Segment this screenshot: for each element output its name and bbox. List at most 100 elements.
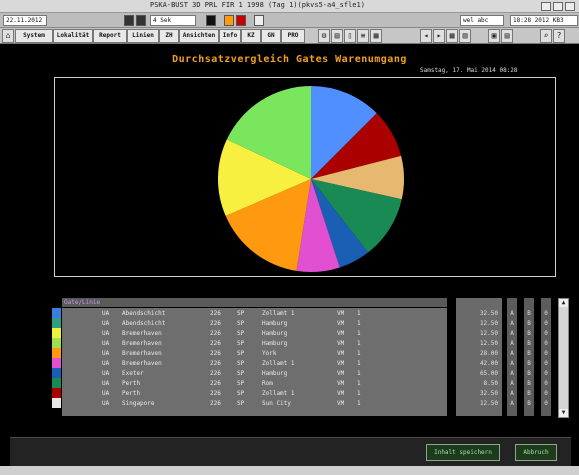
cell-count: 1 [357,400,361,407]
maximize-icon[interactable] [553,2,563,11]
cell-vm: VM [337,400,345,407]
cell-type: UA [102,380,110,387]
row-marker: A [510,400,514,407]
alert-icon[interactable] [224,15,234,26]
warning-icon[interactable] [236,15,246,26]
save-icon[interactable]: ▤ [501,29,513,43]
row-color-swatch [52,348,61,358]
table-body[interactable]: UA Abendschicht 226 SP Zollamt 1 VM 1 UA Abendsc… [62,308,447,416]
table-row[interactable]: UA Perth 226 SP Zollamt 1 VM 1 [62,389,447,399]
cell-type: UA [102,370,110,377]
toolbar-button-info[interactable]: Info [219,29,241,43]
marker-column-3: 0 0 0 0 0 0 0 0 0 0 [541,298,551,416]
table-row[interactable]: UA Bremerhaven 226 SP Hamburg VM 1 [62,339,447,349]
scroll-up-icon[interactable]: ▲ [559,299,568,307]
table-scrollbar[interactable]: ▲ ▼ [558,298,569,418]
cell-type: UA [102,330,110,337]
row-marker: A [510,360,514,367]
book-icon[interactable]: ▤ [331,29,343,43]
row-value: 12.50 [479,400,498,407]
user-field: wel abc [460,15,504,26]
table-row[interactable]: UA Exeter 226 SP Hamburg VM 1 [62,369,447,379]
cancel-button[interactable]: Abbruch [515,444,557,461]
interval-field[interactable]: 4 Sek [150,15,196,26]
toolbar-button-kz[interactable]: KZ [241,29,261,43]
table-row[interactable]: UA Perth 226 SP Rom VM 1 [62,379,447,389]
status-box-1[interactable] [124,15,134,26]
row-marker: 0 [544,400,548,407]
row-value: 65.00 [479,370,498,377]
row-value: 12.50 [479,330,498,337]
table-row[interactable]: UA Bremerhaven 226 SP Hamburg VM 1 [62,329,447,339]
cell-shift: Abendschicht [122,310,166,317]
cell-location: Hamburg [262,370,288,377]
cell-count: 1 [357,370,361,377]
cell-location: Sun City [262,400,291,407]
cell-vm: VM [337,370,345,377]
status-box-2[interactable] [136,15,146,26]
table-row[interactable]: UA Bremerhaven 226 SP Zollamt 1 VM 1 [62,359,447,369]
cell-sp: SP [237,350,245,357]
cell-code: 226 [210,330,221,337]
row-marker: B [527,350,531,357]
row-color-swatch [52,308,61,318]
cell-code: 226 [210,400,221,407]
minimize-icon[interactable] [541,2,551,11]
chart-icon[interactable]: ▥ [459,29,471,43]
pause-icon[interactable] [254,15,264,26]
cell-shift: Exeter [122,370,144,377]
row-value: 28.00 [479,350,498,357]
save-content-button[interactable]: Inhalt speichern [426,444,500,461]
help-icon[interactable]: ? [553,29,565,43]
cell-location: Hamburg [262,340,288,347]
cell-location: Hamburg [262,330,288,337]
cell-shift: Perth [122,390,141,397]
main-toolbar: ⌂ System Lokalität Report Linien ZH Ansi… [0,28,579,44]
cell-vm: VM [337,340,345,347]
cell-code: 226 [210,360,221,367]
print-icon[interactable]: ▣ [488,29,500,43]
list-icon[interactable]: ≡ [357,29,369,43]
toolbar-button-zh[interactable]: ZH [159,29,179,43]
row-value: 12.50 [479,340,498,347]
row-marker: A [510,380,514,387]
document-icon[interactable]: ▯ [344,29,356,43]
gear-icon[interactable]: ⚙ [318,29,330,43]
toolbar-button-ansichten[interactable]: Ansichten [179,29,219,43]
toolbar-button-lokalitaet[interactable]: Lokalität [53,29,93,43]
cell-shift: Bremerhaven [122,350,162,357]
cell-code: 226 [210,320,221,327]
table-row[interactable]: UA Singapore 226 SP Sun City VM 1 [62,399,447,409]
cell-location: Rom [262,380,273,387]
toolbar-button-pro[interactable]: PRO [281,29,305,43]
row-color-swatch [52,398,61,408]
cell-vm: VM [337,380,345,387]
cell-sp: SP [237,370,245,377]
cell-shift: Perth [122,380,141,387]
table-row[interactable]: UA Abendschicht 226 SP Zollamt 1 VM 1 [62,309,447,319]
toolbar-button-report[interactable]: Report [93,29,127,43]
table-icon[interactable]: ▦ [446,29,458,43]
scroll-down-icon[interactable]: ▼ [559,409,568,417]
row-color-swatch [52,358,61,368]
chart-date: Samstag, 17. Mai 2014 08:28 [420,67,518,74]
toolbar-button-system[interactable]: System [15,29,53,43]
row-marker: B [527,360,531,367]
zoom-icon[interactable]: ⌕ [540,29,552,43]
stop-icon[interactable] [206,15,216,26]
home-icon[interactable]: ⌂ [2,29,14,43]
close-icon[interactable] [565,2,575,11]
grid-icon[interactable]: ▦ [370,29,382,43]
window-title-bar: PSKA-BUST 3D PRL FIR 1 1998 (Tag 1)(pkvs… [0,0,579,13]
left-arrow-icon[interactable]: ◂ [420,29,432,43]
row-marker: 0 [544,390,548,397]
table-row[interactable]: UA Abendschicht 226 SP Hamburg VM 1 [62,319,447,329]
toolbar-button-linien[interactable]: Linien [127,29,159,43]
cell-vm: VM [337,330,345,337]
marker-column-1: AAAAAAAAAA [507,298,517,416]
table-row[interactable]: UA Bremerhaven 226 SP York VM 1 [62,349,447,359]
right-arrow-icon[interactable]: ▸ [433,29,445,43]
row-marker: 0 [544,320,548,327]
toolbar-button-gn[interactable]: GN [261,29,281,43]
cell-sp: SP [237,310,245,317]
